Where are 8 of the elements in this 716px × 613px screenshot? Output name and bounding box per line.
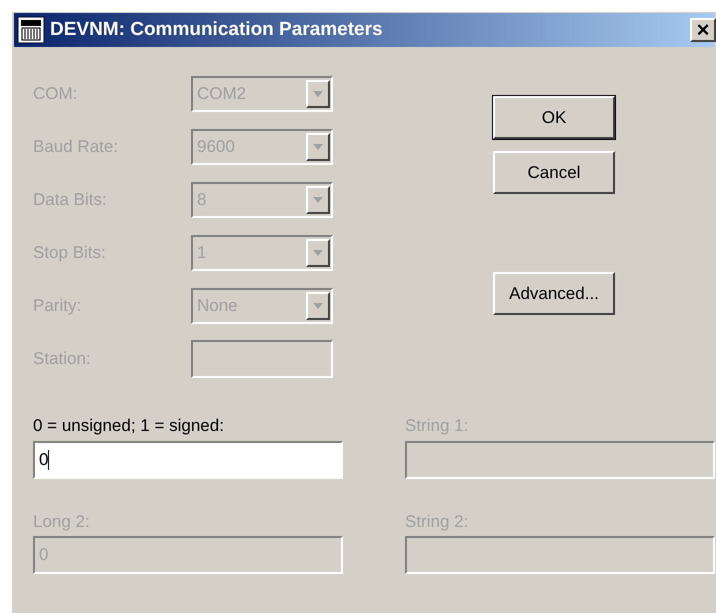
dialog-button[interactable]: Advanced... xyxy=(493,272,615,315)
dialog-button[interactable]: OK xyxy=(493,96,615,139)
window-title: DEVNM: Communication Parameters xyxy=(50,18,384,42)
close-button[interactable]: × xyxy=(690,18,716,42)
input-field[interactable]: 0 xyxy=(33,440,343,478)
app-icon xyxy=(18,17,44,43)
field-label: 0 = unsigned; 1 = signed: xyxy=(33,415,225,437)
dialog-button[interactable]: Cancel xyxy=(493,151,615,194)
